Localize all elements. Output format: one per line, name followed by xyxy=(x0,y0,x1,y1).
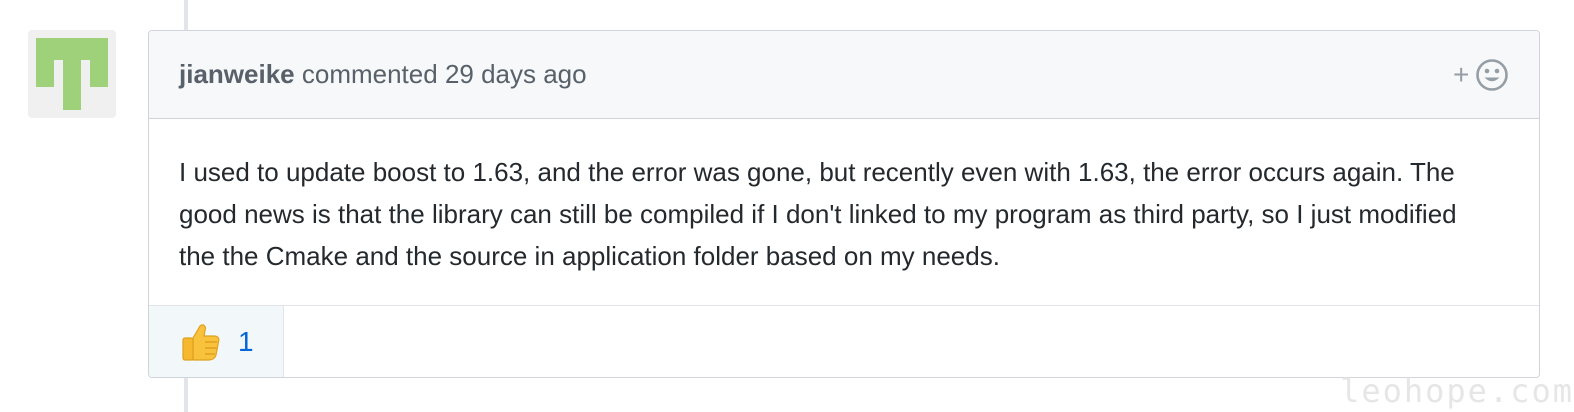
author-link[interactable]: jianweike xyxy=(179,59,295,89)
comment-timestamp[interactable]: 29 days ago xyxy=(445,59,587,89)
avatar[interactable] xyxy=(28,30,116,118)
comment-action: commented xyxy=(301,59,438,89)
identicon-avatar xyxy=(36,38,108,110)
watermark: leohope.com xyxy=(1340,372,1574,410)
comment-body: I used to update boost to 1.63, and the … xyxy=(179,151,1499,277)
comment-header-text: jianweike commented 29 days ago xyxy=(179,58,587,90)
plus-icon: + xyxy=(1453,59,1470,90)
comment-header: jianweike commented 29 days ago + xyxy=(149,31,1539,119)
thumbs-up-icon xyxy=(179,320,223,369)
comment-box: jianweike commented 29 days ago + I used… xyxy=(148,30,1540,378)
add-reaction-button[interactable]: + xyxy=(1453,57,1509,93)
reactions-bar: 1 xyxy=(149,305,1539,377)
comment-thread: jianweike commented 29 days ago + I used… xyxy=(0,0,1574,412)
smiley-icon xyxy=(1476,59,1508,91)
reaction-thumbs-up-button[interactable]: 1 xyxy=(149,306,284,377)
reaction-count: 1 xyxy=(238,326,254,357)
comment-text: I used to update boost to 1.63, and the … xyxy=(179,157,1457,271)
